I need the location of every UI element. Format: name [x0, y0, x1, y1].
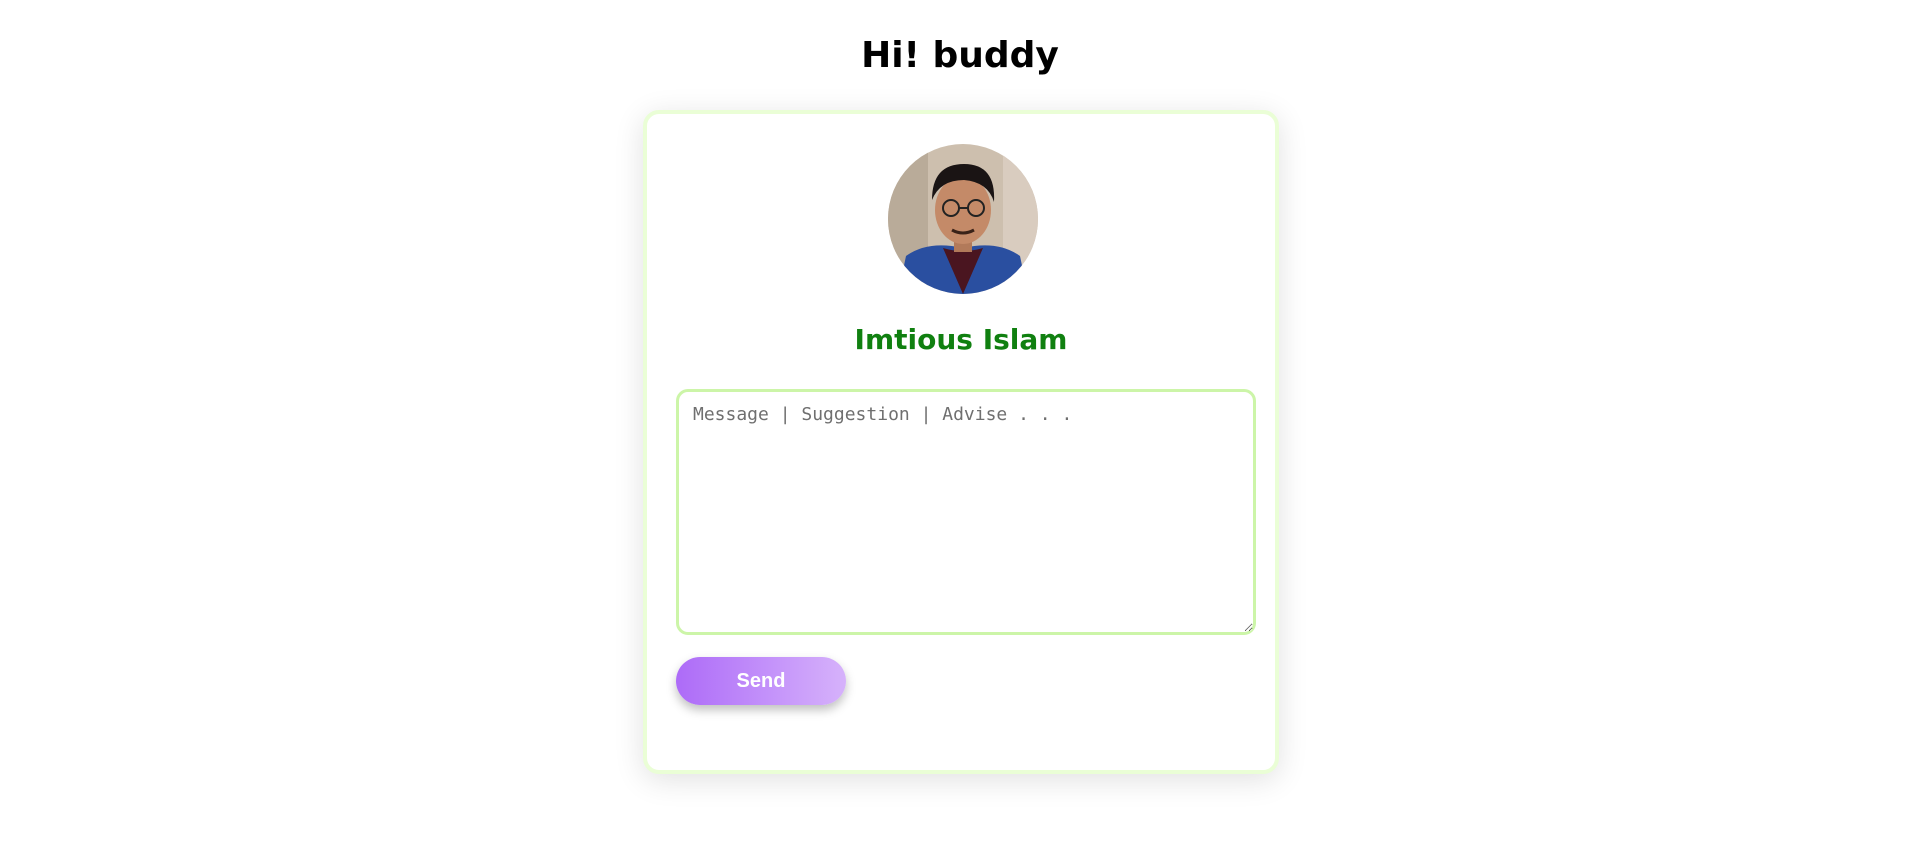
message-input[interactable] [676, 389, 1256, 635]
page-title: Hi! buddy [861, 35, 1059, 76]
send-button[interactable]: Send [676, 657, 846, 705]
profile-photo-icon [888, 144, 1038, 294]
avatar [888, 144, 1038, 294]
feedback-card: Imtious Islam Send [643, 110, 1279, 774]
profile-name: Imtious Islam [854, 323, 1068, 356]
page: Hi! buddy Imtious Islam Send [0, 0, 1920, 865]
